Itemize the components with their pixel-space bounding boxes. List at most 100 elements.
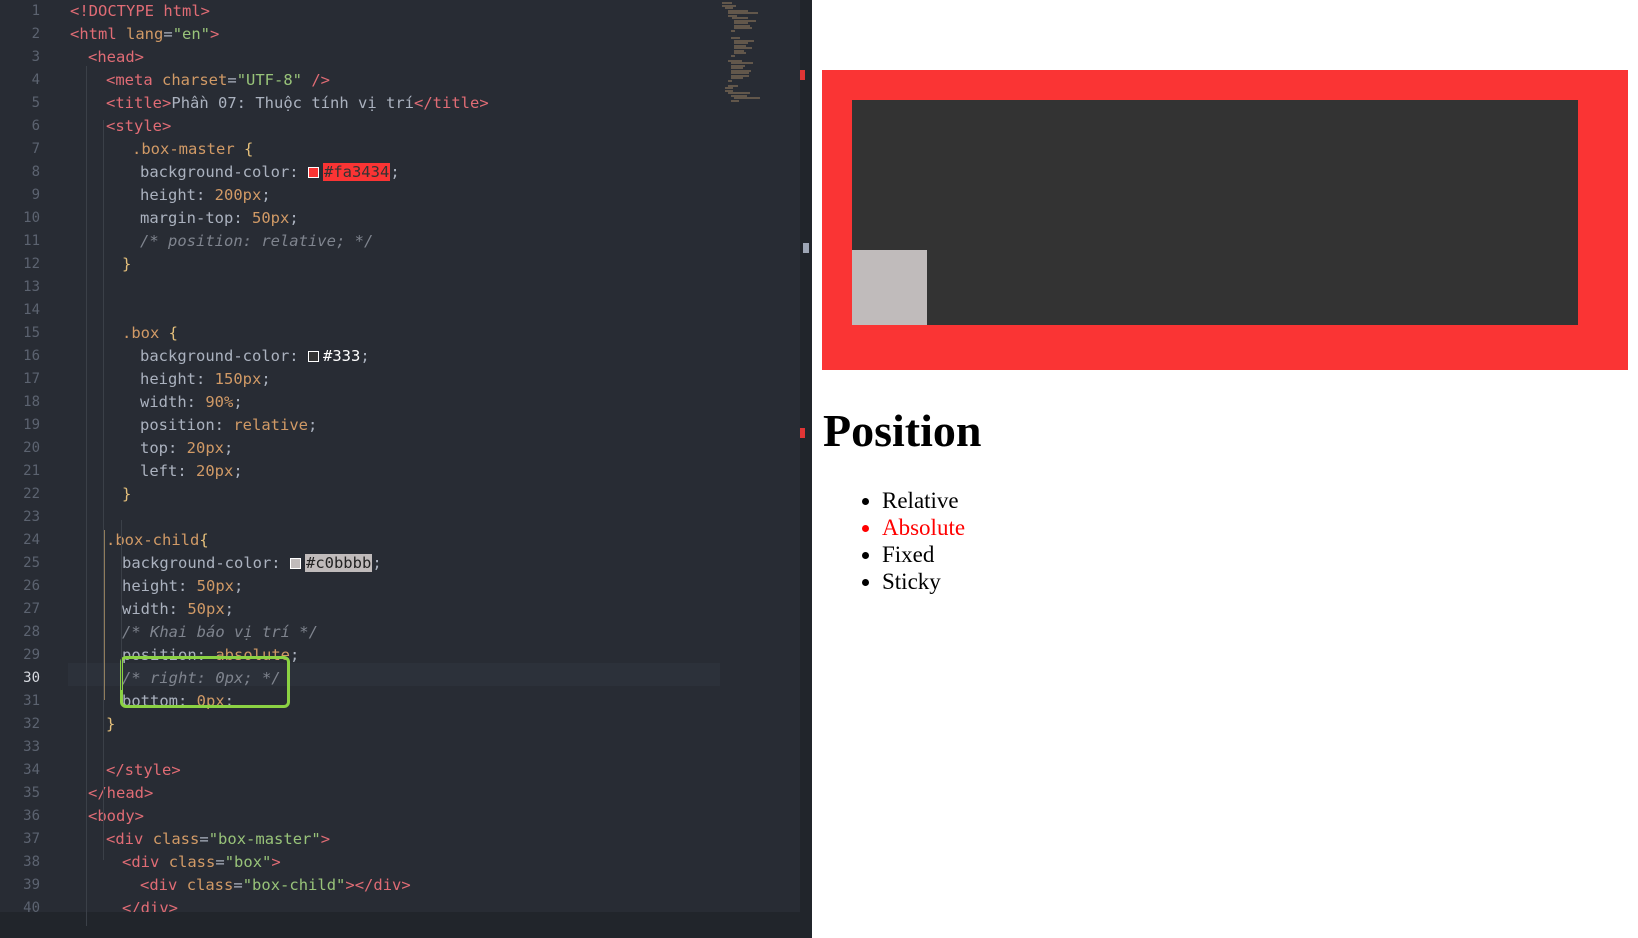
- line-number[interactable]: 36: [0, 805, 40, 828]
- code-line: background-color: #333;: [140, 345, 370, 368]
- code-line: <body>: [88, 805, 144, 828]
- line-number[interactable]: 11: [0, 230, 40, 253]
- line-number[interactable]: 29: [0, 644, 40, 667]
- code-line: /* Khai báo vị trí */: [122, 621, 318, 644]
- line-number[interactable]: 22: [0, 483, 40, 506]
- line-number[interactable]: 3: [0, 46, 40, 69]
- line-number[interactable]: 27: [0, 598, 40, 621]
- line-number[interactable]: 7: [0, 138, 40, 161]
- line-number[interactable]: 8: [0, 161, 40, 184]
- code-token: .box: [122, 324, 160, 342]
- line-number[interactable]: 33: [0, 736, 40, 759]
- code-token: background-color:: [140, 163, 308, 181]
- code-token: "UTF-8": [236, 71, 303, 89]
- code-token: ;: [233, 393, 243, 411]
- scroll-thumb[interactable]: [803, 243, 809, 253]
- minimap-line: [730, 29, 735, 32]
- color-swatch-icon[interactable]: [289, 558, 301, 569]
- code-line: </head>: [88, 782, 153, 805]
- code-token: ;: [224, 439, 234, 457]
- line-number[interactable]: 13: [0, 276, 40, 299]
- color-swatch-icon[interactable]: [307, 351, 319, 362]
- code-token: >: [171, 761, 181, 779]
- code-token: <!: [70, 2, 89, 20]
- line-number[interactable]: 25: [0, 552, 40, 575]
- minimap-line: [733, 52, 746, 54]
- line-number[interactable]: 14: [0, 299, 40, 322]
- code-line: margin-top: 50px;: [140, 207, 299, 230]
- code-token: width:: [140, 393, 206, 411]
- code-token: lang: [126, 25, 164, 43]
- code-token: "en": [172, 25, 211, 43]
- line-number[interactable]: 18: [0, 391, 40, 414]
- line-number[interactable]: 32: [0, 713, 40, 736]
- code-token: }: [106, 715, 116, 733]
- code-token: left:: [140, 462, 196, 480]
- line-number[interactable]: 15: [0, 322, 40, 345]
- editor-vertical-scrollbar[interactable]: [800, 0, 812, 912]
- line-number[interactable]: 17: [0, 368, 40, 391]
- code-token: html>: [154, 2, 210, 20]
- line-number[interactable]: 20: [0, 437, 40, 460]
- line-number[interactable]: 12: [0, 253, 40, 276]
- line-number[interactable]: 4: [0, 69, 40, 92]
- line-number[interactable]: 26: [0, 575, 40, 598]
- line-number[interactable]: 21: [0, 460, 40, 483]
- code-token: .box-master: [132, 140, 235, 158]
- code-token: ></: [345, 876, 374, 894]
- line-number[interactable]: 2: [0, 23, 40, 46]
- code-token: ;: [261, 370, 271, 388]
- line-number[interactable]: 30: [0, 667, 40, 690]
- box-master-preview: [822, 70, 1628, 370]
- code-token: class: [168, 853, 216, 871]
- code-token: <: [106, 71, 116, 89]
- line-number[interactable]: 5: [0, 92, 40, 115]
- code-token: =: [163, 25, 173, 43]
- line-number[interactable]: 10: [0, 207, 40, 230]
- line-number[interactable]: 28: [0, 621, 40, 644]
- code-token: >: [162, 117, 172, 135]
- code-token: top:: [140, 439, 187, 457]
- code-token: height:: [140, 186, 215, 204]
- line-number[interactable]: 16: [0, 345, 40, 368]
- line-number[interactable]: 38: [0, 851, 40, 874]
- code-token: >: [320, 830, 331, 848]
- line-number[interactable]: 35: [0, 782, 40, 805]
- line-number[interactable]: 19: [0, 414, 40, 437]
- line-number[interactable]: 9: [0, 184, 40, 207]
- line-number[interactable]: 1: [0, 0, 40, 23]
- code-token: #c0bbbb: [304, 554, 373, 572]
- code-text-area[interactable]: <!DOCTYPE html> <html lang="en"> <head> <me…: [70, 0, 720, 917]
- line-number[interactable]: 31: [0, 690, 40, 713]
- code-editor[interactable]: 1 2 3 4 5 6 7 8 9 10 11 12 13 14 15 16 17 18 19 20 21 22 23 24 2…: [0, 0, 812, 938]
- position-list-item: Absolute: [882, 514, 965, 541]
- code-token: background-color:: [122, 554, 290, 572]
- code-token: </: [106, 761, 125, 779]
- code-token: Phần 07: Thuộc tính vị trí: [171, 94, 414, 112]
- scroll-marker: [800, 70, 805, 80]
- line-number[interactable]: 23: [0, 506, 40, 529]
- code-token: div: [373, 876, 402, 894]
- code-line: <style>: [106, 115, 171, 138]
- code-line: .box-master {: [132, 138, 253, 161]
- code-token: width:: [122, 600, 188, 618]
- line-number-gutter[interactable]: 1 2 3 4 5 6 7 8 9 10 11 12 13 14 15 16 17 18 19 20 21 22 23 24 2…: [0, 0, 68, 916]
- line-number[interactable]: 24: [0, 529, 40, 552]
- code-line: height: 200px;: [140, 184, 271, 207]
- color-swatch-icon[interactable]: [307, 167, 319, 178]
- box-child-preview: [852, 250, 927, 325]
- code-token: 50px: [251, 209, 290, 227]
- code-token: /* Khai báo vị trí */: [122, 623, 318, 641]
- code-token: "box-child": [242, 876, 346, 894]
- code-token: position:: [140, 416, 234, 434]
- line-number[interactable]: 39: [0, 874, 40, 897]
- line-number[interactable]: 6: [0, 115, 40, 138]
- bracket-match-guide: [104, 530, 105, 700]
- line-number[interactable]: 37: [0, 828, 40, 851]
- code-minimap[interactable]: [722, 0, 800, 120]
- scroll-marker: [800, 428, 805, 438]
- box-preview: [852, 100, 1578, 325]
- code-token: html: [79, 25, 117, 43]
- line-number[interactable]: 34: [0, 759, 40, 782]
